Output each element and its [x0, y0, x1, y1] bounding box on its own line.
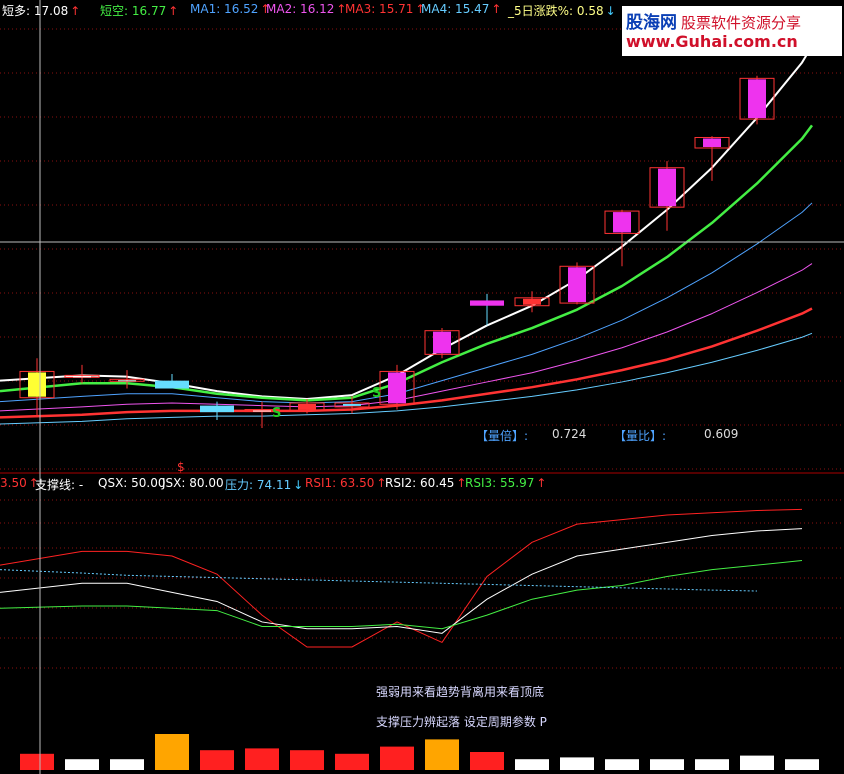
- header-item-4: MA3: 15.71 ↑: [345, 2, 426, 16]
- volume-bar: [650, 759, 684, 770]
- indicator-line-RSI3: [0, 560, 803, 630]
- candle-body-fill: [73, 376, 91, 378]
- header-item-1: 支撑线: -: [35, 478, 84, 492]
- volume-bar: [155, 734, 189, 770]
- grid-lines: [0, 28, 844, 669]
- header-item-2: QSX: 50.00: [98, 476, 166, 490]
- logo-slogan: 股票软件资源分享: [681, 14, 802, 32]
- header-item-0: 短多: 17.08 ↑: [2, 4, 81, 18]
- stock-chart-canvas: S S $: [0, 0, 844, 774]
- volume-bar: [425, 739, 459, 770]
- candle-body: [200, 405, 234, 413]
- volume-bar: [740, 755, 774, 770]
- candle-body-fill: [748, 79, 766, 119]
- candle-body-fill: [703, 138, 721, 147]
- candle-body-fill: [568, 267, 586, 303]
- candlesticks: [19, 28, 820, 428]
- candle-body-fill: [388, 372, 406, 404]
- logo-brand: 股海网: [626, 13, 677, 33]
- header-item-3: JSX: 80.00: [162, 476, 224, 490]
- volume-bar: [695, 759, 729, 770]
- volume-bar: [470, 752, 504, 770]
- volume-bar: [380, 746, 414, 770]
- candle-body-fill: [523, 298, 541, 305]
- header-arrow-6: ↓: [605, 4, 616, 18]
- volume-bar: [560, 757, 594, 770]
- volume-bar: [200, 750, 234, 770]
- indicator-line-RSI2: [0, 528, 803, 634]
- header-arrow-5: ↑: [491, 2, 502, 16]
- volume-bar: [245, 748, 279, 770]
- logo-url: www.Guhai.com.cn: [626, 32, 798, 51]
- candle-body-fill: [658, 168, 676, 207]
- candle-body-fill: [118, 380, 136, 382]
- candle-body: [470, 300, 504, 306]
- main-panel-lines: [0, 45, 814, 425]
- indicator-line-压力: [0, 569, 758, 592]
- volume-bar: [605, 759, 639, 770]
- header-arrow-7: ↑: [536, 476, 547, 490]
- candle-body-fill: [433, 331, 451, 354]
- header-item-5: MA4: 15.47 ↑: [421, 2, 502, 16]
- header-item-6: _5日涨跌%: 0.58 ↓: [508, 4, 616, 18]
- vol-ratio-label: 【量比】:: [614, 429, 667, 443]
- vol-ratio-value: 0.609: [704, 427, 739, 441]
- candle-body-fill: [253, 410, 271, 412]
- volume-bar: [515, 759, 549, 770]
- volume-bar: [20, 753, 54, 770]
- header-item-5: RSI1: 63.50 ↑: [305, 476, 387, 490]
- signal-s-1: S: [272, 406, 281, 421]
- header-item-3: MA2: 16.12 ↑: [266, 2, 347, 16]
- header-item-2: MA1: 16.52 ↑: [190, 2, 271, 16]
- volume-bar: [290, 750, 324, 770]
- candle-body-fill: [343, 403, 361, 406]
- volume-bars: [20, 734, 819, 770]
- volume-bar: [335, 753, 369, 770]
- header-item-6: RSI2: 60.45 ↑: [385, 476, 467, 490]
- ma-line-短多: [0, 45, 813, 401]
- candle-body-fill: [298, 403, 316, 410]
- candle-body: [155, 380, 189, 389]
- header-arrow-0: ↑: [70, 4, 81, 18]
- signal-dollar: $: [177, 460, 185, 474]
- vol-multiple-value: 0.724: [552, 427, 587, 441]
- header-item-7: RSI3: 55.97 ↑: [465, 476, 547, 490]
- candle-body-fill: [28, 372, 46, 397]
- volume-bar: [785, 759, 819, 770]
- signal-s-2: S: [372, 386, 381, 401]
- guhai-logo: 股海网 股票软件资源分享 www.Guhai.com.cn: [622, 6, 842, 56]
- note-line-2: 支撑压力辨起落 设定周期参数 P: [376, 715, 547, 729]
- ma-line-短空: [0, 124, 814, 402]
- vol-multiple-label: 【量倍】:: [476, 429, 529, 443]
- header-item-1: 短空: 16.77 ↑: [100, 4, 179, 18]
- header-item-4: 压力: 74.11 ↓: [225, 478, 304, 492]
- volume-bar: [110, 759, 144, 770]
- header-arrow-4: ↓: [293, 478, 304, 492]
- candle-body-fill: [613, 212, 631, 233]
- header-item-0: 3.50 ↑: [0, 476, 39, 490]
- header-arrow-1: ↑: [168, 4, 179, 18]
- volume-bar: [65, 759, 99, 770]
- note-line-1: 强弱用来看趋势背离用来看顶底: [376, 685, 545, 699]
